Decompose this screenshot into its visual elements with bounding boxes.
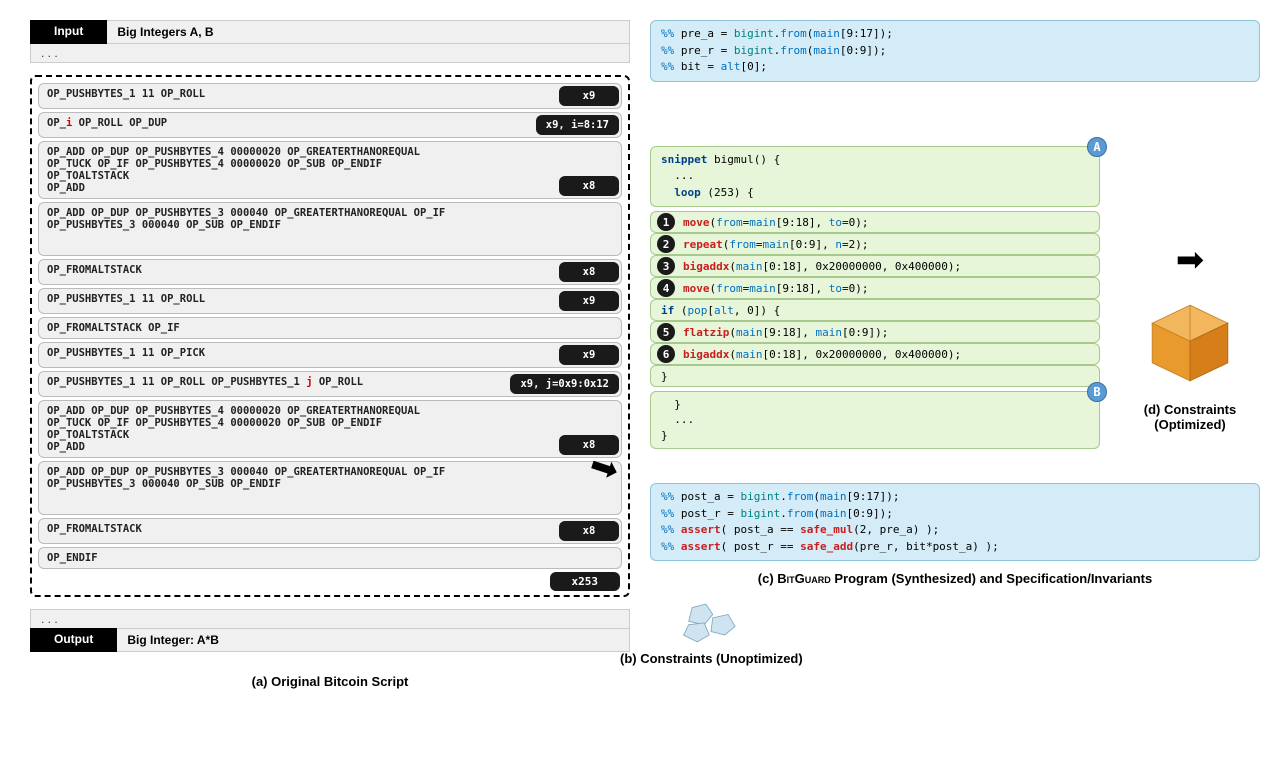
input-block: Input Big Integers A, B . . . bbox=[30, 20, 630, 63]
program-code: bigaddx(main[0:18], 0x20000000, 0x400000… bbox=[683, 260, 961, 273]
op-text: OP_ENDIF bbox=[39, 548, 621, 568]
repeat-badge: x8 bbox=[559, 262, 619, 282]
program-line: 1 move(from=main[9:18], to=0); bbox=[650, 211, 1100, 233]
input-label: Input bbox=[30, 20, 107, 44]
output-value: Big Integer: A*B bbox=[117, 628, 630, 652]
program-line: if (pop[alt, 0]) { bbox=[650, 299, 1100, 321]
op-row: OP_PUSHBYTES_1 11 OP_ROLLx9 bbox=[38, 83, 622, 109]
op-text: OP_FROMALTSTACK bbox=[39, 260, 557, 284]
op-text: OP_ADD OP_DUP OP_PUSHBYTES_4 00000020 OP… bbox=[39, 401, 557, 457]
op-text: OP_PUSHBYTES_1 11 OP_ROLL bbox=[39, 289, 557, 313]
op-text: OP_i OP_ROLL OP_DUP bbox=[39, 113, 534, 137]
repeat-badge: x9 bbox=[559, 86, 619, 106]
letter-a-bubble: A bbox=[1087, 137, 1107, 157]
spec-pre-box: %% pre_a = bigint.from(main[9:17]);%% pr… bbox=[650, 20, 1260, 82]
op-row: OP_PUSHBYTES_1 11 OP_ROLL OP_PUSHBYTES_1… bbox=[38, 371, 622, 397]
program-code: } bbox=[661, 370, 668, 383]
program-code: flatzip(main[9:18], main[0:9]); bbox=[683, 326, 888, 339]
step-number-bubble: 6 bbox=[657, 345, 675, 363]
program-header: snippet bigmul() { ... loop (253) {A bbox=[650, 146, 1100, 208]
output-ellipsis: . . . bbox=[30, 609, 630, 628]
program-line: 3 bigaddx(main[0:18], 0x20000000, 0x40000… bbox=[650, 255, 1100, 277]
input-value: Big Integers A, B bbox=[107, 20, 630, 44]
repeat-badge: x9, j=0x9:0x12 bbox=[510, 374, 619, 394]
op-text: OP_ADD OP_DUP OP_PUSHBYTES_3 000040 OP_G… bbox=[39, 462, 621, 514]
program-code: move(from=main[9:18], to=0); bbox=[683, 282, 868, 295]
program-line: 5 flatzip(main[9:18], main[0:9]); bbox=[650, 321, 1100, 343]
op-row: OP_ADD OP_DUP OP_PUSHBYTES_3 000040 OP_G… bbox=[38, 202, 622, 256]
repeat-badge: x9 bbox=[559, 291, 619, 311]
op-row: OP_FROMALTSTACK OP_IF bbox=[38, 317, 622, 339]
op-row: OP_FROMALTSTACKx8 bbox=[38, 259, 622, 285]
bitcoin-script-box: OP_PUSHBYTES_1 11 OP_ROLLx9OP_i OP_ROLL … bbox=[30, 75, 630, 597]
step-number-bubble: 4 bbox=[657, 279, 675, 297]
program-code: if (pop[alt, 0]) { bbox=[661, 304, 780, 317]
op-text: OP_ADD OP_DUP OP_PUSHBYTES_4 00000020 OP… bbox=[39, 142, 557, 198]
output-label: Output bbox=[30, 628, 117, 652]
step-number-bubble: 3 bbox=[657, 257, 675, 275]
caption-c: (c) BitGuard Program (Synthesized) and S… bbox=[650, 571, 1260, 586]
program-line: 4 move(from=main[9:18], to=0); bbox=[650, 277, 1100, 299]
caption-a: (a) Original Bitcoin Script bbox=[30, 674, 630, 689]
caption-b: (b) Constraints (Unoptimized) bbox=[620, 651, 803, 666]
op-text: OP_FROMALTSTACK OP_IF bbox=[39, 318, 621, 338]
op-row: OP_PUSHBYTES_1 11 OP_ROLLx9 bbox=[38, 288, 622, 314]
repeat-badge: x9 bbox=[559, 345, 619, 365]
loop-count-badge: x253 bbox=[550, 572, 621, 591]
caption-d: (d) Constraints (Optimized) bbox=[1120, 402, 1260, 432]
op-row: OP_FROMALTSTACKx8 bbox=[38, 518, 622, 544]
op-row: OP_ENDIF bbox=[38, 547, 622, 569]
letter-b-bubble: B bbox=[1087, 382, 1107, 402]
repeat-badge: x8 bbox=[559, 176, 619, 196]
arrow-right-icon: ➡ bbox=[1176, 230, 1205, 290]
input-ellipsis: . . . bbox=[30, 44, 630, 63]
step-number-bubble: 2 bbox=[657, 235, 675, 253]
op-row: OP_ADD OP_DUP OP_PUSHBYTES_4 00000020 OP… bbox=[38, 141, 622, 199]
program-code: move(from=main[9:18], to=0); bbox=[683, 216, 868, 229]
step-number-bubble: 1 bbox=[657, 213, 675, 231]
op-row: OP_PUSHBYTES_1 11 OP_PICKx9 bbox=[38, 342, 622, 368]
step-number-bubble: 5 bbox=[657, 323, 675, 341]
rocks-icon bbox=[676, 599, 746, 647]
program-footer: } ...}B bbox=[650, 391, 1100, 449]
repeat-badge: x8 bbox=[559, 521, 619, 541]
box-cube-icon bbox=[1145, 298, 1235, 388]
output-block: . . . Output Big Integer: A*B bbox=[30, 609, 630, 652]
program-line: 2 repeat(from=main[0:9], n=2); bbox=[650, 233, 1100, 255]
op-text: OP_ADD OP_DUP OP_PUSHBYTES_3 000040 OP_G… bbox=[39, 203, 621, 255]
op-row: OP_i OP_ROLL OP_DUPx9, i=8:17 bbox=[38, 112, 622, 138]
op-text: OP_PUSHBYTES_1 11 OP_ROLL bbox=[39, 84, 557, 108]
op-row: OP_ADD OP_DUP OP_PUSHBYTES_4 00000020 OP… bbox=[38, 400, 622, 458]
repeat-badge: x9, i=8:17 bbox=[536, 115, 619, 135]
program-code: repeat(from=main[0:9], n=2); bbox=[683, 238, 868, 251]
op-text: OP_FROMALTSTACK bbox=[39, 519, 557, 543]
op-row: OP_ADD OP_DUP OP_PUSHBYTES_3 000040 OP_G… bbox=[38, 461, 622, 515]
spec-post-box: %% post_a = bigint.from(main[9:17]);%% p… bbox=[650, 483, 1260, 561]
program-line: 6 bigaddx(main[0:18], 0x20000000, 0x40000… bbox=[650, 343, 1100, 365]
op-text: OP_PUSHBYTES_1 11 OP_PICK bbox=[39, 343, 557, 367]
program-code: bigaddx(main[0:18], 0x20000000, 0x400000… bbox=[683, 348, 961, 361]
program-line: } bbox=[650, 365, 1100, 387]
op-text: OP_PUSHBYTES_1 11 OP_ROLL OP_PUSHBYTES_1… bbox=[39, 372, 508, 396]
